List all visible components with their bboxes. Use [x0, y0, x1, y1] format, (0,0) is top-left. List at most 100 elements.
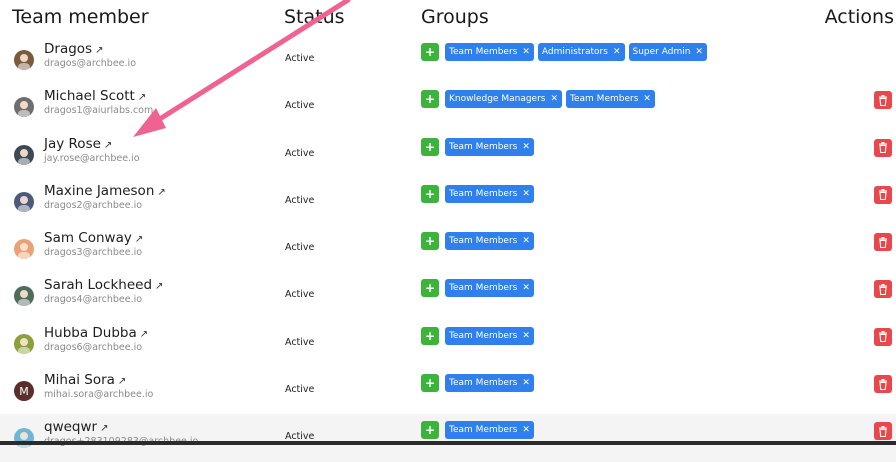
remove-group-icon[interactable]: ✕	[522, 47, 530, 57]
delete-member-button[interactable]	[874, 233, 892, 252]
group-tag-label: Team Members	[449, 188, 518, 199]
delete-member-button[interactable]	[874, 185, 892, 204]
column-header-actions: Actions	[824, 6, 894, 28]
column-header-status: Status	[284, 6, 345, 28]
add-group-button[interactable]: +	[421, 137, 439, 156]
remove-group-icon[interactable]: ✕	[613, 47, 621, 57]
remove-group-icon[interactable]: ✕	[522, 236, 530, 246]
member-name-link[interactable]: Maxine Jameson ↗	[44, 183, 166, 199]
avatar	[14, 191, 34, 212]
remove-group-icon[interactable]: ✕	[550, 94, 558, 104]
column-header-groups: Groups	[421, 6, 489, 28]
avatar: M	[14, 381, 34, 402]
delete-member-button[interactable]	[874, 375, 892, 394]
external-link-icon: ↗	[100, 423, 109, 435]
member-groups: + Team Members ✕	[421, 279, 534, 298]
remove-group-icon[interactable]: ✕	[522, 378, 530, 388]
external-link-icon: ↗	[103, 139, 113, 151]
member-groups: + Team Members ✕	[421, 421, 534, 440]
member-name: Mihai Sora	[44, 372, 115, 389]
table-row: Sam Conway ↗ dragos3@archbee.io Active + Team…	[0, 225, 896, 272]
table-row: Jay Rose ↗ jay.rose@archbee.io Active + Team …	[0, 131, 896, 178]
add-group-button[interactable]: +	[421, 232, 439, 251]
add-group-button[interactable]: +	[421, 279, 439, 298]
external-link-icon: ↗	[137, 92, 147, 104]
delete-member-button[interactable]	[874, 138, 892, 157]
column-header-team-member: Team member	[12, 6, 149, 28]
group-tag-label: Super Admin	[632, 47, 691, 57]
group-tag-label: Team Members	[449, 283, 518, 294]
member-name-link[interactable]: qweqwr ↗	[44, 419, 108, 435]
add-group-button[interactable]: +	[421, 421, 439, 440]
delete-member-button[interactable]	[874, 422, 892, 441]
avatar	[14, 50, 34, 70]
member-email: mihai.sora@archbee.io	[44, 389, 154, 401]
member-status: Active	[285, 289, 315, 301]
table-header: Team member Status Groups Actions	[0, 0, 896, 36]
trash-icon	[879, 236, 887, 248]
member-name: Hubba Dubba	[44, 324, 137, 341]
group-tag: Team Members ✕	[445, 326, 534, 345]
external-link-icon: ↗	[157, 186, 166, 198]
avatar	[14, 97, 34, 118]
member-name: Michael Scott	[44, 88, 135, 105]
member-name: Sarah Lockheed	[44, 277, 153, 294]
member-name-link[interactable]: Sarah Lockheed ↗	[44, 277, 163, 293]
member-groups: + Team Members ✕	[421, 232, 534, 251]
member-email: dragos3@archbee.io	[44, 247, 143, 259]
avatar	[14, 286, 34, 307]
add-group-button[interactable]: +	[421, 374, 439, 393]
member-email: dragos4@archbee.io	[44, 294, 143, 306]
remove-group-icon[interactable]: ✕	[522, 189, 530, 199]
group-tag: Team Members ✕	[445, 232, 534, 251]
members-table-body: Dragos ↗ dragos@archbee.io Active + Team Memb…	[0, 36, 896, 462]
remove-group-icon[interactable]: ✕	[522, 425, 530, 435]
group-tag-label: Team Members	[449, 330, 518, 341]
group-tag-label: Team Members	[449, 378, 518, 389]
member-status: Active	[285, 100, 315, 112]
group-tag: Knowledge Managers ✕	[445, 90, 563, 109]
remove-group-icon[interactable]: ✕	[643, 94, 651, 104]
member-status: Active	[285, 384, 315, 396]
delete-member-button[interactable]	[874, 280, 892, 299]
member-email: jay.rose@archbee.io	[44, 152, 140, 164]
trash-icon	[879, 142, 887, 154]
member-name-link[interactable]: Dragos ↗	[44, 41, 103, 57]
member-name-link[interactable]: Mihai Sora ↗	[44, 372, 126, 388]
group-tag-label: Team Members	[449, 236, 518, 247]
group-tag: Team Members ✕	[445, 137, 534, 156]
trash-icon	[879, 189, 887, 201]
group-tag: Team Members ✕	[445, 374, 534, 393]
member-status: Active	[285, 147, 315, 159]
remove-group-icon[interactable]: ✕	[522, 283, 530, 293]
add-group-button[interactable]: +	[421, 43, 439, 61]
member-email: dragos6@archbee.io	[44, 341, 143, 353]
member-name-link[interactable]: Hubba Dubba ↗	[44, 325, 148, 341]
trash-icon	[879, 283, 887, 295]
group-tag: Team Members ✕	[445, 279, 534, 298]
delete-member-button[interactable]	[874, 327, 892, 346]
member-status: Active	[285, 242, 315, 254]
external-link-icon: ↗	[155, 281, 164, 293]
group-tag-label: Knowledge Managers	[449, 94, 546, 105]
remove-group-icon[interactable]: ✕	[695, 47, 703, 57]
remove-group-icon[interactable]: ✕	[522, 331, 530, 341]
delete-member-button[interactable]	[874, 91, 892, 110]
add-group-button[interactable]: +	[421, 184, 439, 203]
group-tag-label: Team Members	[449, 47, 518, 57]
member-name-link[interactable]: Michael Scott ↗	[44, 88, 146, 104]
add-group-button[interactable]: +	[421, 90, 439, 109]
remove-group-icon[interactable]: ✕	[522, 142, 530, 152]
table-row: Dragos ↗ dragos@archbee.io Active + Team Memb…	[0, 36, 896, 83]
external-link-icon: ↗	[95, 45, 104, 56]
member-groups: + Team Members ✕ Administrators ✕ Super Admin…	[421, 43, 707, 61]
group-tag-label: Administrators	[541, 47, 608, 57]
member-email: dragos2@archbee.io	[44, 199, 143, 211]
add-group-button[interactable]: +	[421, 326, 439, 345]
table-row: Maxine Jameson ↗ dragos2@archbee.io Active +…	[0, 178, 896, 225]
member-name-link[interactable]: Jay Rose ↗	[44, 136, 112, 152]
member-groups: + Team Members ✕	[421, 184, 534, 203]
avatar	[14, 144, 34, 165]
avatar	[14, 239, 34, 260]
member-name-link[interactable]: Sam Conway ↗	[44, 230, 143, 246]
